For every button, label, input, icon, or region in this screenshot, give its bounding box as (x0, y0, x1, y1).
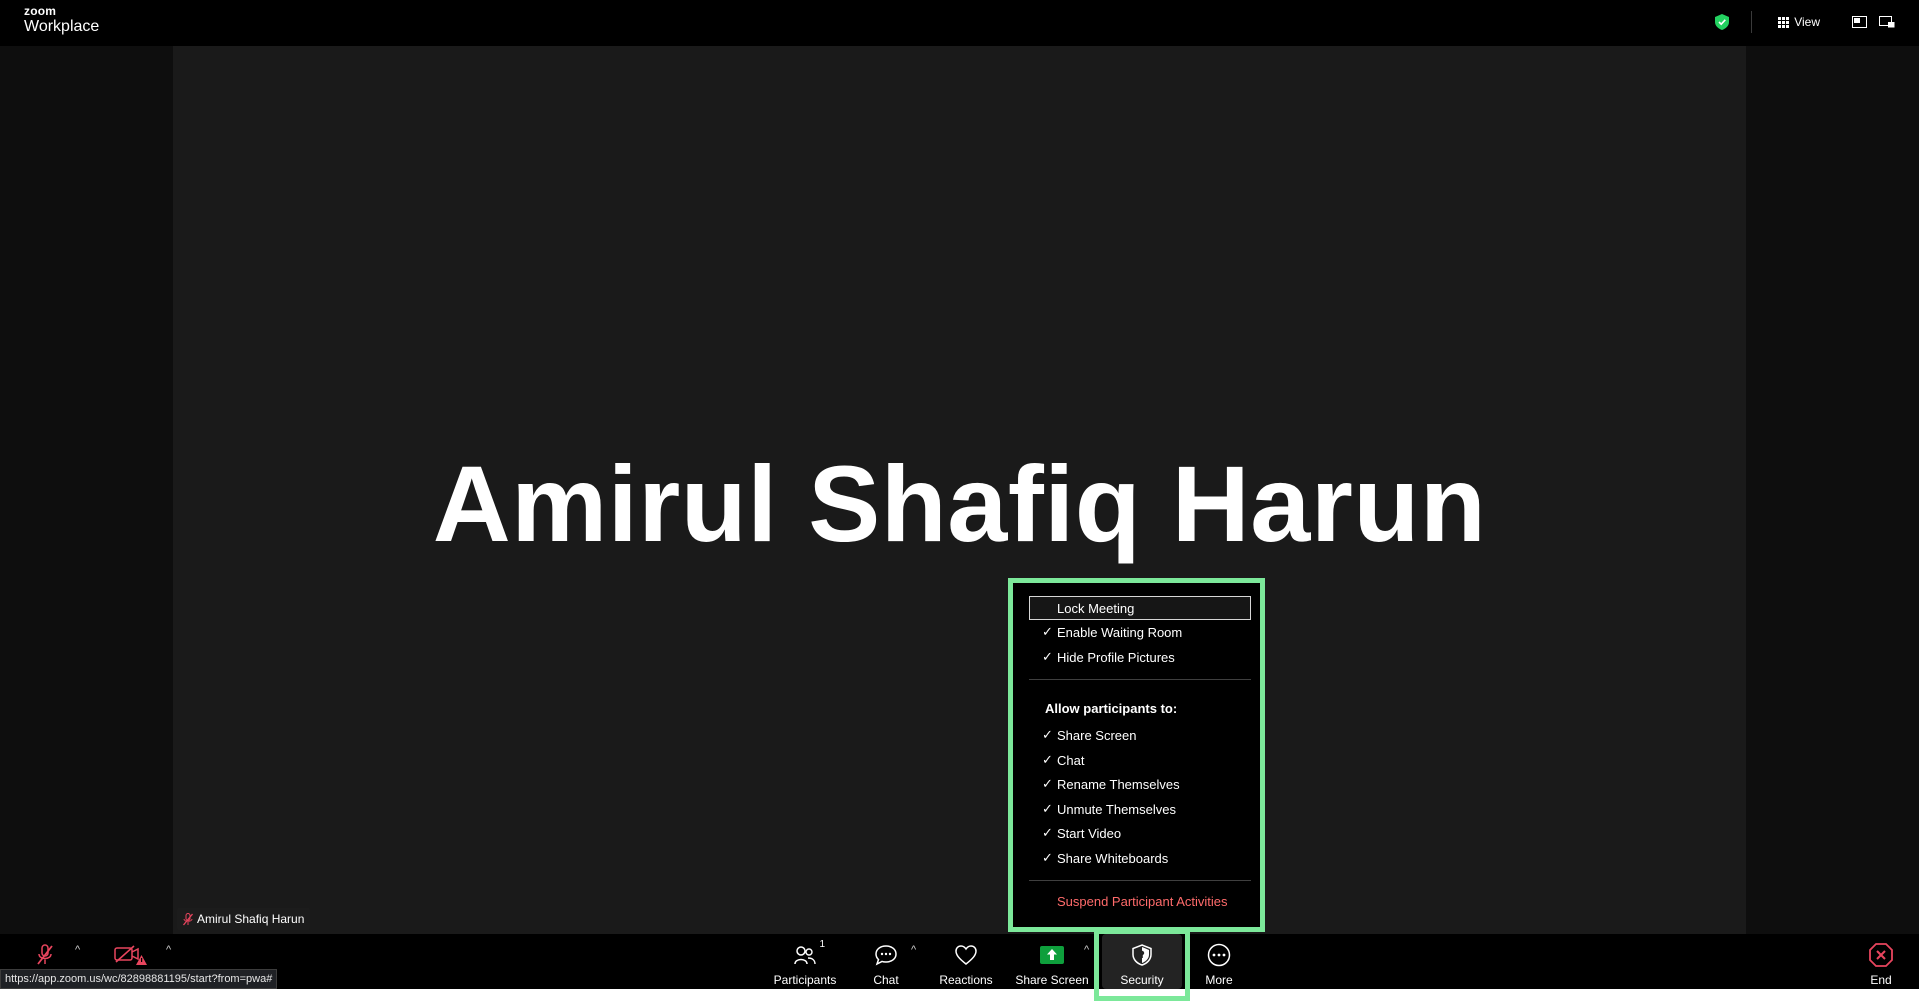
top-bar-right: View (1715, 11, 1895, 33)
checkmark-icon: ✓ (1042, 727, 1053, 742)
menu-item-chat[interactable]: ✓ Chat (1029, 748, 1251, 772)
menu-item-lock-meeting[interactable]: Lock Meeting (1029, 596, 1251, 620)
menu-item-start-video[interactable]: ✓ Start Video (1029, 821, 1251, 845)
menu-item-suspend-participant-activities[interactable]: Suspend Participant Activities (1029, 889, 1251, 913)
more-button[interactable]: More (1202, 934, 1236, 989)
menu-divider (1029, 679, 1251, 680)
menu-item-label: Hide Profile Pictures (1057, 649, 1175, 665)
menu-item-label: Start Video (1057, 825, 1122, 841)
participants-icon (794, 946, 816, 965)
checkmark-icon: ✓ (1042, 801, 1053, 816)
end-meeting-button[interactable]: End (1864, 934, 1898, 989)
header-divider (1751, 11, 1753, 33)
video-off-warning-icon (114, 945, 147, 965)
chat-icon (875, 945, 897, 966)
menu-divider (1029, 880, 1251, 881)
video-options-caret[interactable]: ^ (166, 944, 171, 956)
heart-icon (955, 945, 977, 965)
window-mode-icon[interactable] (1879, 16, 1895, 28)
view-button[interactable]: View (1778, 15, 1820, 29)
participants-button[interactable]: 1 Participants (770, 934, 840, 989)
security-button[interactable]: Security (1102, 934, 1182, 989)
grid-icon (1778, 16, 1790, 28)
picture-in-picture-icon[interactable] (1852, 16, 1867, 28)
view-label: View (1794, 15, 1820, 29)
share-options-caret[interactable]: ^ (1084, 944, 1089, 956)
menu-item-rename-themselves[interactable]: ✓ Rename Themselves (1029, 772, 1251, 796)
participant-display-name: Amirul Shafiq Harun (432, 443, 1487, 564)
meeting-toolbar: ^ ^ 1 Participants Chat ^ Reactions Shar… (0, 934, 1919, 989)
menu-item-label: Share Screen (1057, 727, 1137, 743)
security-menu: Lock Meeting ✓ Enable Waiting Room ✓ Hid… (1013, 583, 1260, 927)
menu-item-enable-waiting-room[interactable]: ✓ Enable Waiting Room (1029, 620, 1251, 644)
checkmark-icon: ✓ (1042, 752, 1053, 767)
audio-options-caret[interactable]: ^ (75, 944, 80, 956)
video-stage: Amirul Shafiq Harun Amirul Shafiq Harun (173, 46, 1746, 934)
menu-item-share-screen[interactable]: ✓ Share Screen (1029, 723, 1251, 747)
encryption-shield-icon[interactable] (1715, 14, 1730, 30)
menu-item-hide-profile-pictures[interactable]: ✓ Hide Profile Pictures (1029, 645, 1251, 669)
menu-item-share-whiteboards[interactable]: ✓ Share Whiteboards (1029, 846, 1251, 870)
checkmark-icon: ✓ (1042, 776, 1053, 791)
menu-item-label: Suspend Participant Activities (1057, 893, 1228, 909)
menu-item-unmute-themselves[interactable]: ✓ Unmute Themselves (1029, 797, 1251, 821)
security-shield-icon (1132, 944, 1152, 966)
participants-label: Participants (773, 973, 837, 987)
share-screen-label: Share Screen (1015, 973, 1089, 987)
reactions-button[interactable]: Reactions (935, 934, 997, 989)
end-call-icon (1869, 943, 1893, 967)
menu-item-label: Enable Waiting Room (1057, 624, 1183, 640)
security-label: Security (1120, 973, 1164, 987)
participants-count: 1 (819, 939, 825, 950)
checkmark-icon: ✓ (1042, 624, 1053, 639)
zoom-app: zoom Workplace View Amirul Shafiq Harun … (0, 0, 1919, 1001)
logo-wordmark: zoom (24, 4, 57, 18)
checkmark-icon: ✓ (1042, 649, 1053, 664)
menu-item-label: Unmute Themselves (1057, 801, 1176, 817)
menu-item-label: Share Whiteboards (1057, 850, 1169, 866)
more-options-icon (1207, 943, 1231, 967)
menu-item-label: Rename Themselves (1057, 776, 1180, 792)
muted-mic-icon (183, 912, 193, 925)
menu-item-label: Lock Meeting (1057, 600, 1135, 616)
checkmark-icon: ✓ (1042, 850, 1053, 865)
chat-label: Chat (873, 973, 899, 987)
muted-mic-icon (37, 944, 53, 965)
chat-button[interactable]: Chat (870, 934, 902, 989)
share-screen-icon (1040, 946, 1064, 964)
more-label: More (1205, 973, 1233, 987)
reactions-label: Reactions (939, 973, 993, 987)
participant-name-tag: Amirul Shafiq Harun (177, 908, 311, 930)
chat-options-caret[interactable]: ^ (911, 944, 916, 956)
menu-item-label: Chat (1057, 752, 1085, 768)
name-tag-label: Amirul Shafiq Harun (197, 912, 305, 926)
zoom-logo: zoom Workplace (24, 5, 99, 35)
end-label: End (1870, 973, 1892, 987)
share-screen-button[interactable]: Share Screen (1015, 934, 1089, 989)
allow-participants-heading: Allow participants to: (1045, 701, 1178, 716)
checkmark-icon: ✓ (1042, 825, 1053, 840)
status-url-tooltip: https://app.zoom.us/wc/82898881195/start… (0, 969, 278, 989)
top-bar: zoom Workplace View (0, 0, 1919, 46)
logo-product: Workplace (24, 18, 100, 35)
